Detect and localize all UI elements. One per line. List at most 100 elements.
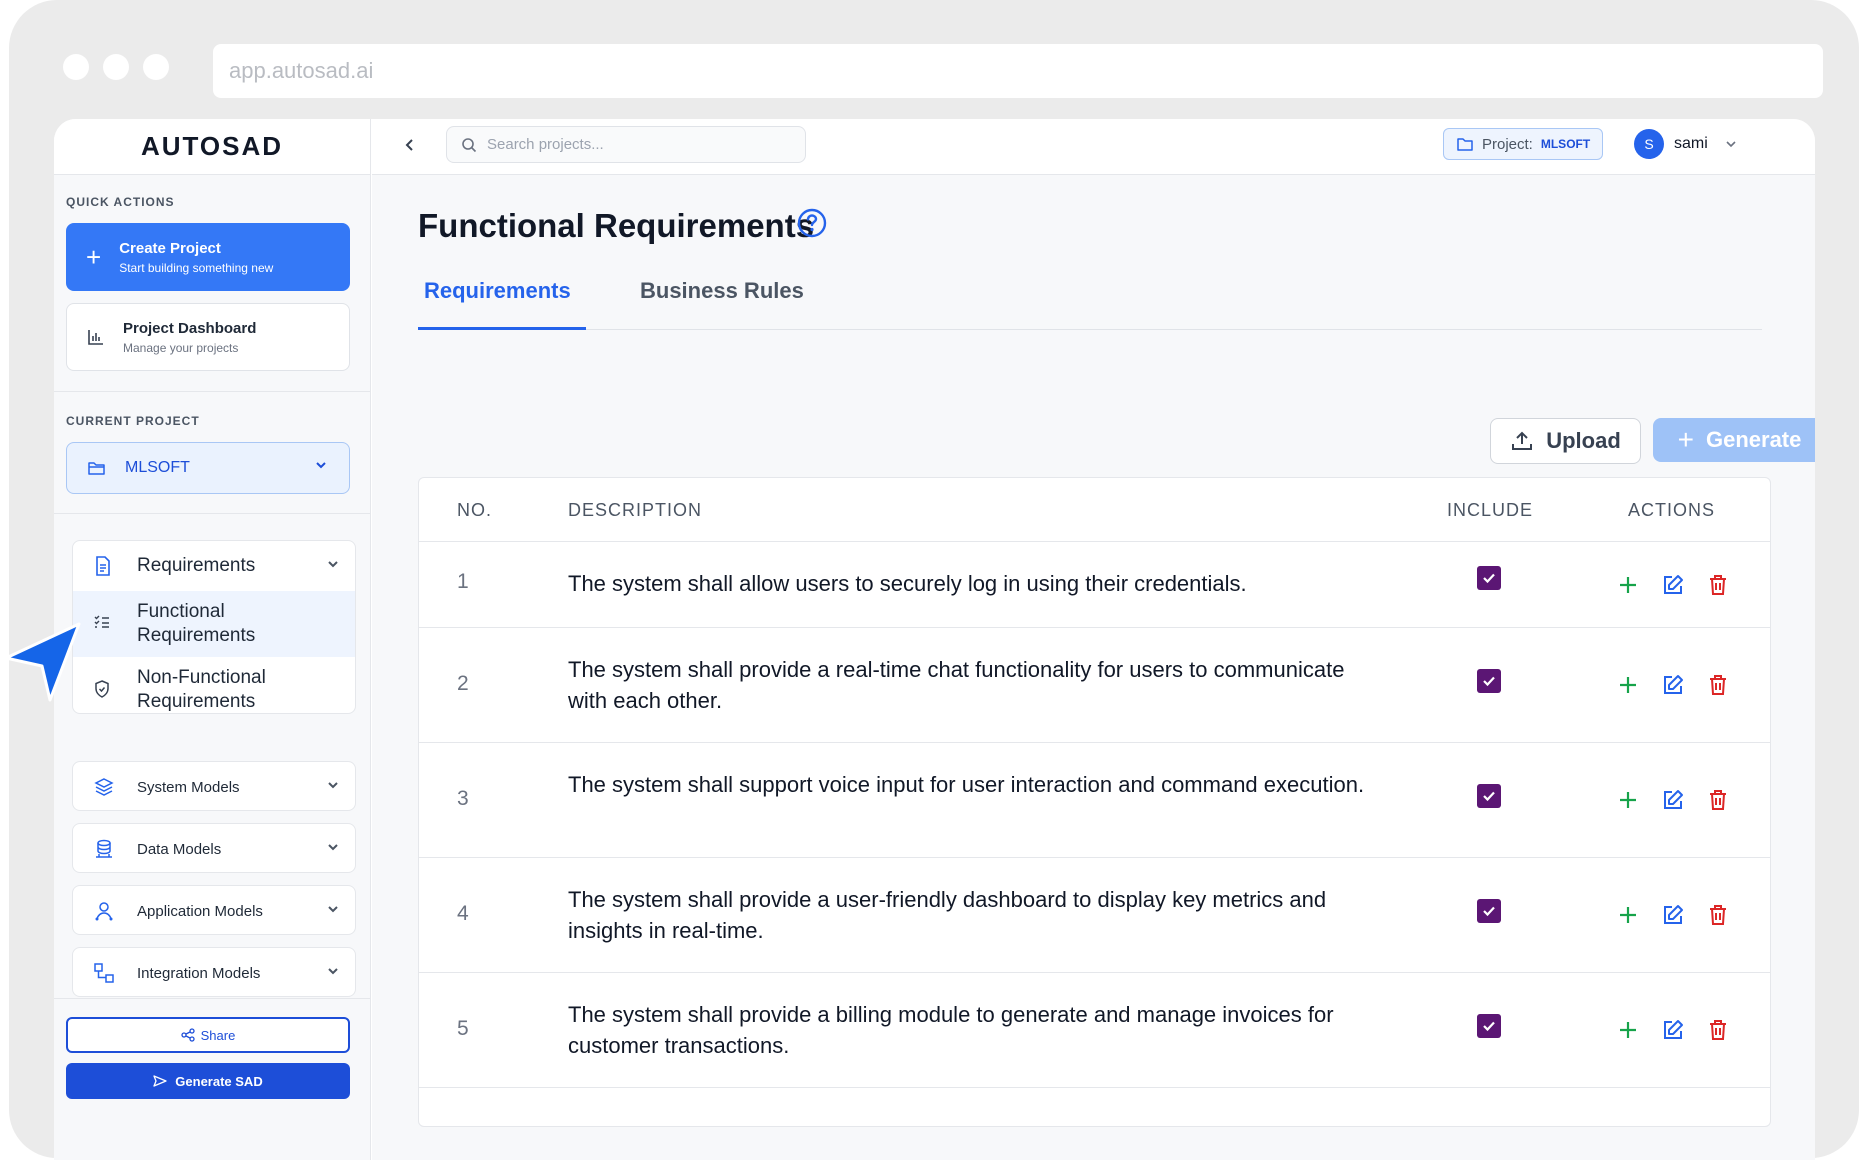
include-checkbox[interactable] bbox=[1477, 899, 1501, 923]
col-no: NO. bbox=[457, 500, 493, 520]
delete-icon[interactable] bbox=[1706, 903, 1730, 927]
row-number: 3 bbox=[457, 787, 469, 810]
folder-open-icon bbox=[87, 459, 107, 477]
table-row: 1 The system shall allow users to secure… bbox=[419, 542, 1770, 628]
delete-icon[interactable] bbox=[1706, 1018, 1730, 1042]
search-input[interactable]: Search projects... bbox=[446, 126, 806, 163]
tab-requirements[interactable]: Requirements bbox=[418, 270, 586, 330]
include-checkbox[interactable] bbox=[1477, 566, 1501, 590]
requirements-table: NO. DESCRIPTION INCLUDE ACTIONS 1 The sy… bbox=[418, 477, 1771, 1127]
create-project-button[interactable]: + Create Project Start building somethin… bbox=[66, 223, 350, 291]
delete-icon[interactable] bbox=[1706, 788, 1730, 812]
generate-sad-label: Generate SAD bbox=[175, 1073, 263, 1089]
table-row: 5 The system shall provide a billing mod… bbox=[419, 973, 1770, 1088]
edit-icon[interactable] bbox=[1661, 788, 1685, 812]
tabs: Requirements Business Rules bbox=[418, 270, 1762, 330]
edit-icon[interactable] bbox=[1661, 673, 1685, 697]
create-project-subtitle: Start building something new bbox=[119, 260, 274, 275]
sidebar-item-functional-requirements[interactable]: Functional Requirements bbox=[73, 591, 355, 657]
chevron-down-icon bbox=[325, 839, 341, 859]
document-icon bbox=[93, 555, 115, 577]
folder-icon bbox=[1456, 136, 1474, 152]
nav-group-system-models[interactable]: System Models bbox=[72, 761, 356, 811]
edit-icon[interactable] bbox=[1661, 903, 1685, 927]
quick-actions-label: QUICK ACTIONS bbox=[66, 195, 175, 209]
include-checkbox[interactable] bbox=[1477, 1014, 1501, 1038]
database-icon bbox=[93, 838, 115, 860]
nav-group-integration-models[interactable]: Integration Models bbox=[72, 947, 356, 997]
project-select[interactable]: MLSOFT bbox=[66, 442, 350, 494]
project-dashboard-subtitle: Manage your projects bbox=[123, 340, 239, 355]
app-window: AUTOSAD QUICK ACTIONS + Create Project S… bbox=[54, 119, 1815, 1160]
create-project-title: Create Project bbox=[119, 239, 221, 257]
sidebar: AUTOSAD QUICK ACTIONS + Create Project S… bbox=[54, 119, 371, 1160]
nav-application-models[interactable]: Application Models bbox=[73, 886, 355, 936]
cursor-pointer-icon bbox=[4, 622, 81, 702]
add-icon[interactable] bbox=[1616, 788, 1640, 812]
user-menu[interactable]: S sami bbox=[1634, 129, 1738, 159]
edit-icon[interactable] bbox=[1661, 1018, 1685, 1042]
main-content: Functional Requirements Requirements Bus… bbox=[372, 175, 1815, 1160]
row-actions bbox=[1616, 903, 1730, 927]
project-dashboard-title: Project Dashboard bbox=[123, 319, 257, 337]
delete-icon[interactable] bbox=[1706, 673, 1730, 697]
nav-system-models[interactable]: System Models bbox=[73, 762, 355, 812]
row-actions bbox=[1616, 573, 1730, 597]
include-checkbox[interactable] bbox=[1477, 669, 1501, 693]
non-functional-requirements-label: Non-Functional Requirements bbox=[137, 667, 266, 712]
include-checkbox[interactable] bbox=[1477, 784, 1501, 808]
table-header: NO. DESCRIPTION INCLUDE ACTIONS bbox=[419, 478, 1770, 542]
window-controls bbox=[63, 54, 169, 80]
table-row: 3 The system shall support voice input f… bbox=[419, 743, 1770, 858]
share-button[interactable]: Share bbox=[66, 1017, 350, 1053]
nav-integration-models-label: Integration Models bbox=[137, 964, 261, 982]
nav-group-requirements: Requirements Functional Requirements Non… bbox=[72, 540, 356, 714]
add-icon[interactable] bbox=[1616, 1018, 1640, 1042]
window-dot[interactable] bbox=[143, 54, 169, 80]
share-label: Share bbox=[200, 1027, 236, 1043]
layers-icon bbox=[93, 776, 115, 798]
logo: AUTOSAD bbox=[54, 119, 370, 175]
row-description: The system shall provide a real-time cha… bbox=[568, 657, 1345, 713]
upload-label: Upload bbox=[1546, 428, 1621, 453]
row-description: The system shall provide a user-friendly… bbox=[568, 887, 1327, 943]
project-dashboard-button[interactable]: Project Dashboard Manage your projects bbox=[66, 303, 350, 371]
add-icon[interactable] bbox=[1616, 673, 1640, 697]
generate-label: Generate bbox=[1705, 427, 1802, 452]
top-bar: Search projects... Project: MLSOFT S sam… bbox=[372, 119, 1815, 175]
row-actions bbox=[1616, 788, 1730, 812]
row-description: The system shall provide a billing modul… bbox=[568, 1002, 1334, 1058]
generate-sad-button[interactable]: Generate SAD bbox=[66, 1063, 350, 1099]
col-include: INCLUDE bbox=[1447, 500, 1534, 520]
sidebar-item-non-functional-requirements[interactable]: Non-Functional Requirements bbox=[73, 657, 355, 723]
help-icon[interactable] bbox=[796, 207, 828, 244]
generate-button[interactable]: + Generate bbox=[1653, 418, 1815, 462]
window-dot[interactable] bbox=[103, 54, 129, 80]
share-icon bbox=[180, 1028, 195, 1042]
tab-business-rules-label: Business Rules bbox=[640, 278, 804, 303]
add-icon[interactable] bbox=[1616, 573, 1640, 597]
upload-button[interactable]: Upload bbox=[1490, 418, 1641, 464]
shield-check-icon bbox=[93, 679, 115, 701]
tab-business-rules[interactable]: Business Rules bbox=[634, 270, 810, 330]
table-row: 4 The system shall provide a user-friend… bbox=[419, 858, 1770, 973]
project-badge[interactable]: Project: MLSOFT bbox=[1443, 128, 1603, 160]
nav-data-models[interactable]: Data Models bbox=[73, 824, 355, 874]
edit-icon[interactable] bbox=[1661, 573, 1685, 597]
window-dot[interactable] bbox=[63, 54, 89, 80]
nav-requirements[interactable]: Requirements bbox=[73, 541, 355, 591]
nav-integration-models[interactable]: Integration Models bbox=[73, 948, 355, 998]
row-number: 1 bbox=[457, 570, 469, 593]
add-icon[interactable] bbox=[1616, 903, 1640, 927]
user-network-icon bbox=[93, 900, 115, 922]
plus-icon: + bbox=[1677, 424, 1694, 455]
row-number: 5 bbox=[457, 1017, 469, 1040]
chevron-left-icon[interactable] bbox=[402, 137, 418, 158]
nav-group-data-models[interactable]: Data Models bbox=[72, 823, 356, 873]
chevron-down-icon bbox=[325, 556, 341, 578]
delete-icon[interactable] bbox=[1706, 573, 1730, 597]
nav-group-application-models[interactable]: Application Models bbox=[72, 885, 356, 935]
row-number: 2 bbox=[457, 672, 469, 695]
chevron-down-icon bbox=[325, 901, 341, 921]
address-bar[interactable]: app.autosad.ai bbox=[213, 44, 1823, 98]
